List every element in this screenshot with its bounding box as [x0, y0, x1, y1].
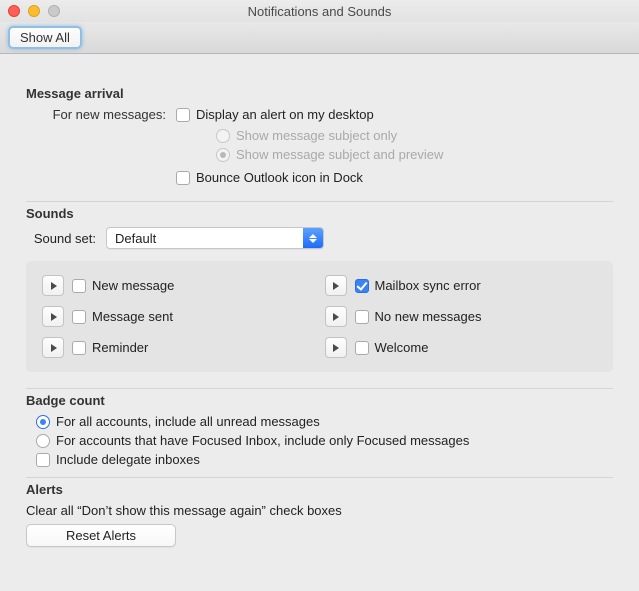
no-new-messages-checkbox[interactable] [355, 310, 369, 324]
display-alert-label: Display an alert on my desktop [196, 107, 374, 122]
mailbox-sync-error-label: Mailbox sync error [375, 278, 481, 293]
badge-focused-only-radio[interactable] [36, 434, 50, 448]
sounds-panel: New message Mailbox sync error Message s… [26, 261, 613, 372]
bounce-dock-checkbox[interactable] [176, 171, 190, 185]
welcome-checkbox[interactable] [355, 341, 369, 355]
section-alerts: Alerts [26, 482, 613, 497]
bounce-dock-label: Bounce Outlook icon in Dock [196, 170, 363, 185]
play-welcome-button[interactable] [325, 337, 347, 358]
reset-alerts-button[interactable]: Reset Alerts [26, 524, 176, 547]
minimize-icon[interactable] [28, 5, 40, 17]
message-sent-checkbox[interactable] [72, 310, 86, 324]
subject-preview-radio [216, 148, 230, 162]
new-message-checkbox[interactable] [72, 279, 86, 293]
section-sounds: Sounds [26, 206, 613, 221]
no-new-messages-label: No new messages [375, 309, 482, 324]
badge-all-unread-radio[interactable] [36, 415, 50, 429]
new-message-label: New message [92, 278, 174, 293]
welcome-label: Welcome [375, 340, 429, 355]
include-delegate-label: Include delegate inboxes [56, 452, 200, 467]
toolbar: Show All [0, 22, 639, 54]
zoom-icon [48, 5, 60, 17]
play-no-new-messages-button[interactable] [325, 306, 347, 327]
play-reminder-button[interactable] [42, 337, 64, 358]
badge-focused-only-label: For accounts that have Focused Inbox, in… [56, 433, 469, 448]
sound-set-select[interactable]: Default [106, 227, 324, 249]
for-new-messages-label: For new messages: [26, 107, 176, 122]
subject-only-radio [216, 129, 230, 143]
display-alert-checkbox[interactable] [176, 108, 190, 122]
subject-only-label: Show message subject only [236, 128, 397, 143]
play-mailbox-sync-error-button[interactable] [325, 275, 347, 296]
badge-all-unread-label: For all accounts, include all unread mes… [56, 414, 320, 429]
close-icon[interactable] [8, 5, 20, 17]
divider [26, 388, 613, 389]
reminder-checkbox[interactable] [72, 341, 86, 355]
sound-set-value: Default [107, 228, 303, 248]
play-new-message-button[interactable] [42, 275, 64, 296]
divider [26, 201, 613, 202]
section-message-arrival: Message arrival [26, 86, 613, 101]
message-sent-label: Message sent [92, 309, 173, 324]
mailbox-sync-error-checkbox[interactable] [355, 279, 369, 293]
reminder-label: Reminder [92, 340, 148, 355]
chevron-updown-icon [303, 228, 323, 248]
window-title: Notifications and Sounds [0, 4, 639, 19]
play-message-sent-button[interactable] [42, 306, 64, 327]
divider [26, 477, 613, 478]
include-delegate-checkbox[interactable] [36, 453, 50, 467]
subject-preview-label: Show message subject and preview [236, 147, 443, 162]
clear-alerts-text: Clear all “Don’t show this message again… [26, 503, 613, 518]
titlebar: Notifications and Sounds [0, 0, 639, 22]
sound-set-label: Sound set: [26, 231, 106, 246]
section-badge-count: Badge count [26, 393, 613, 408]
show-all-button[interactable]: Show All [8, 26, 82, 49]
window-controls [8, 5, 60, 17]
